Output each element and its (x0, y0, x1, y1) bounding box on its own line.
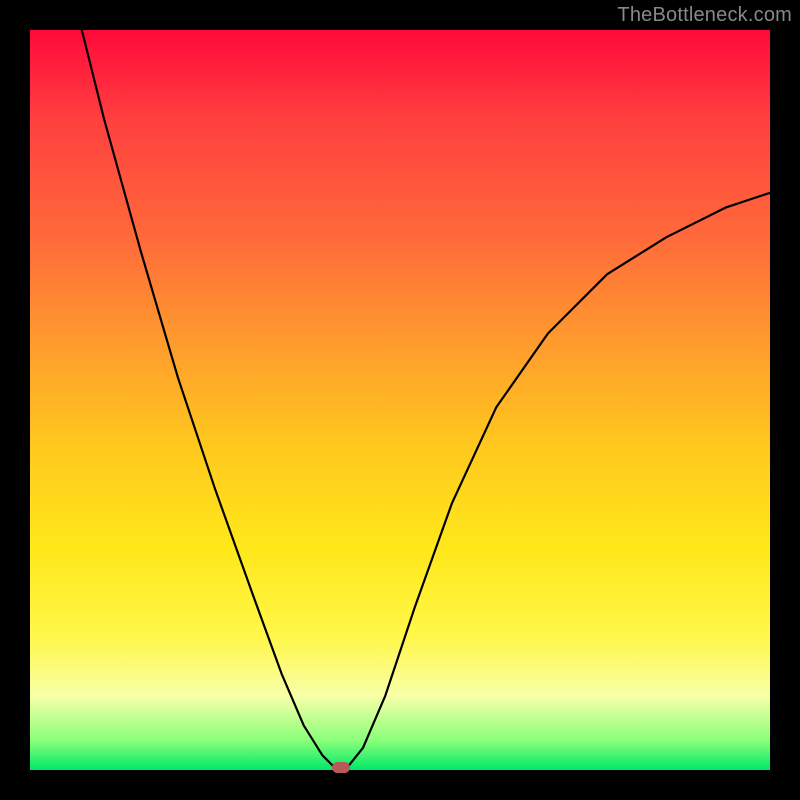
watermark-text: TheBottleneck.com (617, 4, 792, 27)
bottleneck-curve (30, 30, 770, 770)
plot-area (30, 30, 770, 770)
optimum-marker (332, 762, 350, 773)
curve-path (82, 30, 770, 766)
chart-frame: TheBottleneck.com (0, 0, 800, 800)
